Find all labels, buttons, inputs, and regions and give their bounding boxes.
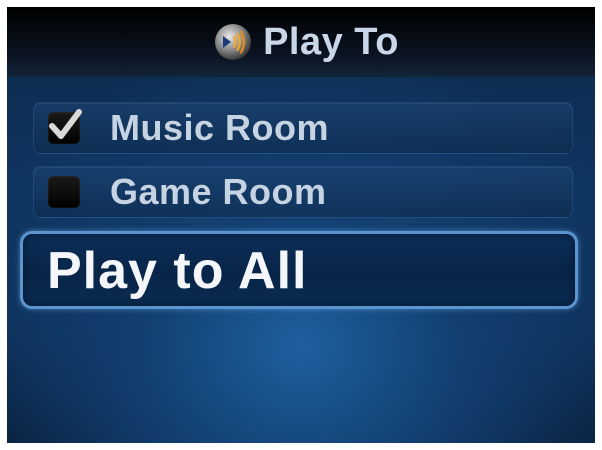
page-title: Play To [263,20,399,63]
device-row-music-room[interactable]: Music Room [33,102,573,154]
device-label-music-room: Music Room [110,107,330,148]
device-row-game-room[interactable]: Game Room [33,166,573,218]
play-to-speaker-icon [215,24,252,60]
header-bar: Play To [7,7,595,77]
game-room-checkbox[interactable] [48,176,80,208]
header-content: Play To [213,21,399,64]
play-to-screen: Play To Music Room Game Room Play to All [7,7,595,443]
play-to-all-label: Play to All [47,242,308,300]
music-room-checkbox[interactable] [48,109,82,144]
play-to-all-button[interactable]: Play to All [20,231,578,309]
checkmark-icon [49,109,82,139]
device-label-game-room: Game Room [110,171,327,212]
